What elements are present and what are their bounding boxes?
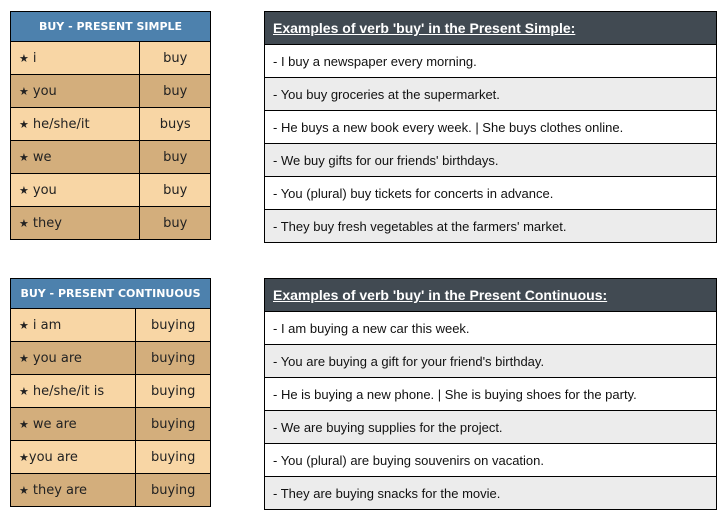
verb-form: buying: [135, 407, 211, 441]
verb-form: buying: [135, 440, 211, 474]
pronoun: we are: [32, 416, 77, 432]
pronoun: you are: [32, 350, 82, 366]
star-icon: ★: [19, 450, 29, 464]
pronoun: i: [32, 50, 37, 66]
examples-header: Examples of verb 'buy' in the Present Si…: [264, 11, 717, 45]
star-icon: ★: [19, 483, 29, 497]
table-row: ★ we are buying: [9, 407, 211, 441]
verb-form: buying: [135, 374, 211, 408]
star-icon: ★: [19, 417, 29, 431]
verb-form: buy: [139, 206, 211, 240]
star-icon: ★: [19, 51, 29, 65]
example-sentence: - You buy groceries at the supermarket.: [264, 77, 717, 111]
examples-header: Examples of verb 'buy' in the Present Co…: [264, 278, 717, 312]
example-sentence: - I am buying a new car this week.: [264, 311, 717, 345]
table-row: ★ you buy: [9, 74, 211, 108]
star-icon: ★: [19, 150, 29, 164]
pronoun: he/she/it is: [32, 383, 105, 399]
table-row: ★ he/she/it is buying: [9, 374, 211, 408]
star-icon: ★: [19, 384, 29, 398]
verb-form: buying: [135, 341, 211, 375]
example-sentence: - We buy gifts for our friends' birthday…: [264, 143, 717, 177]
pronoun: you: [32, 83, 57, 99]
verb-form: buy: [139, 41, 211, 75]
present-continuous-examples-table: Examples of verb 'buy' in the Present Co…: [264, 278, 717, 510]
table-row: ★ we buy: [9, 140, 211, 174]
pronoun: he/she/it: [32, 116, 90, 132]
verb-form: buying: [135, 473, 211, 507]
example-sentence: - They are buying snacks for the movie.: [264, 476, 717, 510]
table-row: ★ you buy: [9, 173, 211, 207]
verb-form: buying: [135, 308, 211, 342]
star-icon: ★: [19, 351, 29, 365]
example-sentence: - He buys a new book every week. | She b…: [264, 110, 717, 144]
table-row: ★ i am buying: [9, 308, 211, 342]
verb-form: buy: [139, 74, 211, 108]
table-row: ★you are buying: [9, 440, 211, 474]
star-icon: ★: [19, 84, 29, 98]
star-icon: ★: [19, 318, 29, 332]
table-row: ★ they buy: [9, 206, 211, 240]
present-continuous-conjugation-table: BUY - PRESENT CONTINUOUS ★ i am buying ★ y…: [9, 278, 211, 507]
present-simple-examples-table: Examples of verb 'buy' in the Present Si…: [264, 11, 717, 243]
star-icon: ★: [19, 216, 29, 230]
example-sentence: - You (plural) buy tickets for concerts …: [264, 176, 717, 210]
verb-form: buy: [139, 173, 211, 207]
table-row: ★ they are buying: [9, 473, 211, 507]
verb-form: buy: [139, 140, 211, 174]
pronoun: we: [32, 149, 52, 165]
present-simple-conjugation-table: BUY - PRESENT SIMPLE ★ i buy ★ you buy ★ he…: [9, 11, 211, 240]
pronoun: they: [32, 215, 62, 231]
pronoun: you are: [28, 449, 78, 465]
pronoun: they are: [32, 482, 88, 498]
example-sentence: - You are buying a gift for your friend'…: [264, 344, 717, 378]
example-sentence: - He is buying a new phone. | She is buy…: [264, 377, 717, 411]
table-row: ★ he/she/it buys: [9, 107, 211, 141]
example-sentence: - I buy a newspaper every morning.: [264, 44, 717, 78]
example-sentence: - They buy fresh vegetables at the farme…: [264, 209, 717, 243]
table-row: ★you are buying: [9, 341, 211, 375]
table-header: BUY - PRESENT SIMPLE: [10, 11, 211, 42]
example-sentence: - We are buying supplies for the project…: [264, 410, 717, 444]
table-row: ★ i buy: [9, 41, 211, 75]
pronoun: you: [32, 182, 57, 198]
pronoun: i am: [32, 317, 62, 333]
table-header: BUY - PRESENT CONTINUOUS: [10, 278, 211, 309]
example-sentence: - You (plural) are buying souvenirs on v…: [264, 443, 717, 477]
star-icon: ★: [19, 117, 29, 131]
star-icon: ★: [19, 183, 29, 197]
verb-form: buys: [139, 107, 211, 141]
